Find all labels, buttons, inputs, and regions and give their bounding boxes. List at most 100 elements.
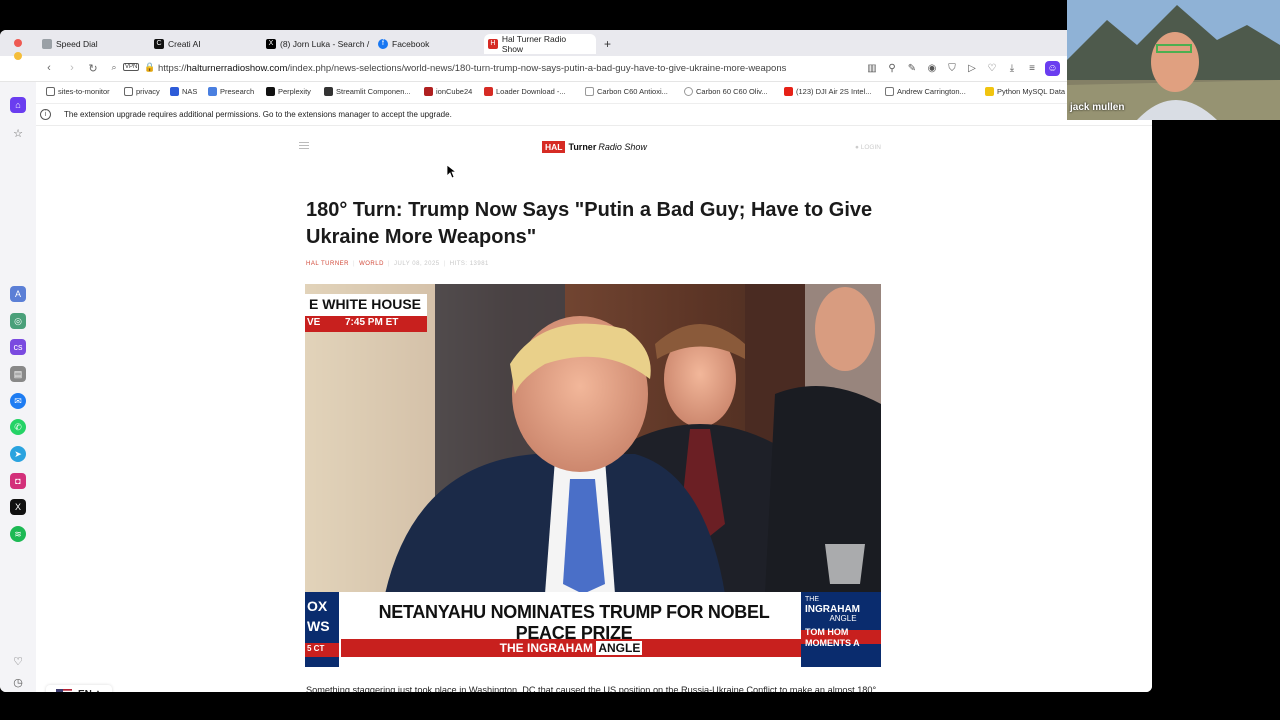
site-logo[interactable]: HAL Turner Radio Show bbox=[542, 141, 647, 153]
lock-icon: 🔒 bbox=[144, 62, 156, 72]
back-icon[interactable]: ‹ bbox=[42, 62, 56, 74]
side-angle: ANGLE bbox=[829, 614, 857, 623]
history-icon[interactable]: ◷ bbox=[10, 674, 26, 690]
article-meta: HAL TURNER | WORLD | JULY 08, 2025 | HITS: 139… bbox=[306, 261, 489, 267]
forward-icon[interactable]: › bbox=[65, 62, 79, 74]
bookmark-item[interactable]: Python MySQL Data bbox=[985, 87, 1065, 96]
chatgpt-icon[interactable]: ◎ bbox=[10, 313, 26, 329]
menu-icon[interactable]: ≡ bbox=[1026, 63, 1038, 75]
home-icon[interactable]: ⌂ bbox=[10, 97, 26, 113]
messenger-icon[interactable]: ✉ bbox=[10, 393, 26, 409]
heart-icon[interactable]: ♡ bbox=[10, 653, 26, 669]
bookmark-item[interactable]: Carbon 60 C60 Oliv... bbox=[684, 87, 768, 96]
streamlit-icon bbox=[324, 87, 333, 96]
bookmark-item[interactable]: Carbon C60 Antioxi... bbox=[585, 87, 668, 96]
profile-icon[interactable]: ☺ bbox=[1045, 61, 1060, 76]
side-moments: MOMENTS A bbox=[805, 638, 860, 648]
star-icon[interactable]: ☆ bbox=[10, 125, 26, 141]
bookmark-label: Carbon C60 Antioxi... bbox=[597, 87, 668, 96]
vpn-badge[interactable]: VPN bbox=[123, 63, 140, 71]
article-category[interactable]: WORLD bbox=[359, 261, 384, 267]
web-page: HAL Turner Radio Show ● LOGIN 180° Turn:… bbox=[37, 127, 1152, 692]
bookmark-label: ionCube24 bbox=[436, 87, 473, 96]
clipboard-icon[interactable]: ▤ bbox=[10, 366, 26, 382]
x-icon[interactable]: X bbox=[10, 499, 26, 515]
hamburger-icon[interactable] bbox=[299, 142, 309, 149]
login-label: LOGIN bbox=[860, 144, 881, 151]
telegram-icon[interactable]: ➤ bbox=[10, 446, 26, 462]
bookmarks-bar: sites-to-monitor privacy NAS Presearch P… bbox=[0, 82, 1152, 104]
language-selector[interactable]: EN ^ bbox=[46, 685, 112, 692]
article-author[interactable]: HAL TURNER bbox=[306, 261, 349, 267]
bookmark-label: privacy bbox=[136, 87, 160, 96]
nas-icon bbox=[170, 87, 179, 96]
article-title: 180° Turn: Trump Now Says "Putin a Bad G… bbox=[306, 199, 873, 248]
camera-icon[interactable]: ◉ bbox=[926, 63, 938, 75]
tab-label: Hal Turner Radio Show bbox=[501, 34, 567, 54]
reader-icon[interactable]: ▥ bbox=[866, 63, 878, 75]
minimize-window-button[interactable] bbox=[14, 52, 22, 60]
logo-hal: HAL bbox=[542, 141, 566, 153]
presearch-icon bbox=[208, 87, 217, 96]
heart-icon[interactable]: ♡ bbox=[986, 63, 998, 75]
url-host: halturnerradioshow.com bbox=[186, 63, 288, 74]
search-icon[interactable]: ⌕ bbox=[107, 62, 121, 73]
bookmark-item[interactable]: Perplexity bbox=[266, 87, 311, 96]
bookmark-label: NAS bbox=[182, 87, 198, 96]
bookmark-label: Carbon 60 C60 Oliv... bbox=[696, 87, 768, 96]
hero-image[interactable]: E WHITE HOUSE VE 7:45 PM ET NETANYAHU NO… bbox=[305, 284, 881, 667]
tab-bar: Speed Dial C Creati AI X (8) Jorn Luka -… bbox=[0, 30, 1152, 56]
bookmark-item[interactable]: ionCube24 bbox=[424, 87, 472, 96]
tab-x-search[interactable]: X (8) Jorn Luka - Search / bbox=[262, 34, 372, 54]
bookmark-item[interactable]: NAS bbox=[170, 87, 197, 96]
show-angle: ANGLE bbox=[596, 641, 643, 655]
tab-speed-dial[interactable]: Speed Dial bbox=[38, 34, 148, 54]
play-icon[interactable]: ▷ bbox=[966, 63, 978, 75]
download-icon[interactable]: ⤓ bbox=[1006, 63, 1018, 75]
show-the: THE bbox=[499, 641, 524, 655]
bookmark-label: sites-to-monitor bbox=[58, 87, 110, 96]
tab-label: (8) Jorn Luka - Search / bbox=[280, 39, 370, 49]
zoom-icon[interactable]: ⚲ bbox=[886, 63, 898, 75]
bookmark-item[interactable]: (123) DJI Air 2S Intel... bbox=[784, 87, 871, 96]
spotify-icon[interactable]: ≋ bbox=[10, 526, 26, 542]
bookmark-item[interactable]: Andrew Carrington... bbox=[885, 87, 966, 96]
tab-hal-turner[interactable]: H Hal Turner Radio Show bbox=[484, 34, 596, 54]
bookmark-item[interactable]: Presearch bbox=[208, 87, 254, 96]
caption-live-tag: VE bbox=[307, 317, 321, 328]
app-store-icon[interactable]: A bbox=[10, 286, 26, 302]
speed-dial-icon bbox=[42, 39, 52, 49]
shield-icon[interactable]: ⛉ bbox=[946, 63, 958, 75]
python-icon bbox=[985, 87, 994, 96]
reload-icon[interactable]: ↻ bbox=[86, 62, 100, 75]
caption-show: THE INGRAHAM ANGLE bbox=[341, 641, 801, 655]
folder-icon bbox=[124, 87, 133, 96]
side-tom: TOM HOM bbox=[805, 627, 849, 637]
webcam-name: jack mullen bbox=[1070, 102, 1125, 113]
bookmark-label: Streamlit Componen... bbox=[336, 87, 411, 96]
bookmark-item[interactable]: sites-to-monitor bbox=[46, 87, 110, 96]
tab-facebook[interactable]: f Facebook bbox=[374, 34, 484, 54]
url-field[interactable]: https://halturnerradioshow.com/index.php… bbox=[158, 63, 786, 74]
bookmark-item[interactable]: privacy bbox=[124, 87, 160, 96]
extension-notice: i The extension upgrade requires additio… bbox=[32, 104, 1152, 126]
close-window-button[interactable] bbox=[14, 39, 22, 47]
url-scheme: https:// bbox=[158, 63, 187, 74]
new-tab-button[interactable]: + bbox=[600, 34, 611, 54]
youtube-icon bbox=[784, 87, 793, 96]
instagram-icon[interactable]: ◘ bbox=[10, 473, 26, 489]
bookmark-item[interactable]: Streamlit Componen... bbox=[324, 87, 411, 96]
browser-window: Speed Dial C Creati AI X (8) Jorn Luka -… bbox=[0, 30, 1152, 692]
caption-white-house: E WHITE HOUSE bbox=[309, 296, 422, 312]
caption-headline: NETANYAHU NOMINATES TRUMP FOR NOBEL PEAC… bbox=[378, 602, 770, 643]
x-icon: X bbox=[266, 39, 276, 49]
page-icon bbox=[585, 87, 594, 96]
cs-icon[interactable]: cs bbox=[10, 339, 26, 355]
bookmark-label: (123) DJI Air 2S Intel... bbox=[796, 87, 872, 96]
bookmark-item[interactable]: Loader Download -... bbox=[484, 87, 566, 96]
address-bar: ‹ › ↻ ⌕ VPN 🔒 https://halturnerradioshow… bbox=[0, 52, 1152, 82]
login-link[interactable]: ● LOGIN bbox=[855, 144, 881, 151]
tab-creati-ai[interactable]: C Creati AI bbox=[150, 34, 260, 54]
edit-icon[interactable]: ✎ bbox=[906, 63, 918, 75]
whatsapp-icon[interactable]: ✆ bbox=[10, 419, 26, 435]
